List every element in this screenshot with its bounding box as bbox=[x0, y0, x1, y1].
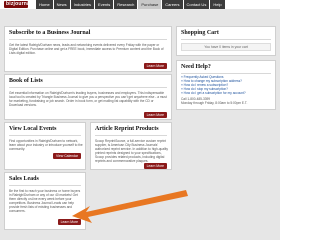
shopping-cart-title: Shopping Cart bbox=[181, 30, 219, 36]
divider bbox=[9, 185, 81, 186]
book-of-lists-panel: Book of Lists Get essential information … bbox=[4, 74, 172, 120]
subscribe-title: Subscribe to a Business Journal bbox=[9, 30, 91, 36]
logo-text: bizjournals bbox=[6, 1, 35, 7]
nav-item-industries[interactable]: Industries bbox=[70, 0, 95, 9]
reprints-title: Article Reprint Products bbox=[95, 126, 159, 132]
site-logo[interactable]: bizjournals bbox=[4, 1, 34, 8]
reprints-description: Scoop ReprintSource, a full-service cust… bbox=[95, 139, 168, 163]
book-of-lists-title: Book of Lists bbox=[9, 78, 43, 84]
subscribe-description: Get the latest Raleigh/Durham news, lead… bbox=[9, 43, 164, 55]
subscribe-learn-more-button[interactable]: Learn More bbox=[143, 63, 167, 69]
header: bizjournals Home News Industries Events … bbox=[0, 0, 280, 9]
nav-item-careers[interactable]: Careers bbox=[162, 0, 183, 9]
divider bbox=[181, 39, 271, 40]
divider bbox=[95, 135, 167, 136]
reprints-panel: Article Reprint Products Scoop ReprintSo… bbox=[90, 122, 172, 170]
events-panel: View Local Events Find opportunities in … bbox=[4, 122, 86, 170]
divider bbox=[181, 73, 271, 74]
book-of-lists-learn-more-button[interactable]: Learn More bbox=[143, 112, 167, 118]
subscribe-panel: Subscribe to a Business Journal Get the … bbox=[4, 26, 172, 72]
nav-item-purchase[interactable]: Purchase bbox=[138, 0, 162, 9]
reprints-learn-more-button[interactable]: Learn More bbox=[143, 163, 167, 169]
nav-item-news[interactable]: News bbox=[53, 0, 70, 9]
sales-leads-panel: Sales Leads Be the first to reach your b… bbox=[4, 172, 86, 230]
nav-item-help[interactable]: Help bbox=[210, 0, 225, 9]
nav-item-research[interactable]: Research bbox=[114, 0, 138, 9]
orange-arrow-icon bbox=[72, 190, 188, 223]
divider bbox=[9, 39, 167, 40]
cart-empty-message: You have 0 items in your cart bbox=[181, 43, 271, 51]
nav-item-contact[interactable]: Contact Us bbox=[183, 0, 210, 9]
need-help-title: Need Help? bbox=[181, 64, 211, 70]
nav-item-home[interactable]: Home bbox=[36, 0, 53, 9]
view-calendar-button[interactable]: View Calendar bbox=[53, 153, 81, 159]
sales-leads-description: Be the first to reach your business or h… bbox=[9, 189, 81, 213]
help-contact: Call 1-800-485-3399 Monday through Frida… bbox=[181, 97, 247, 105]
page: bizjournals Home News Industries Events … bbox=[0, 0, 280, 240]
main-nav: Home News Industries Events Research Pur… bbox=[36, 0, 226, 9]
sales-leads-title: Sales Leads bbox=[9, 176, 39, 182]
shopping-cart-panel: Shopping Cart You have 0 items in your c… bbox=[176, 26, 276, 56]
need-help-panel: Need Help? » Frequently Asked Questions … bbox=[176, 60, 276, 110]
divider bbox=[9, 87, 167, 88]
book-of-lists-description: Get essential information on Raleigh/Dur… bbox=[9, 91, 167, 107]
sales-leads-learn-more-button[interactable]: Learn More bbox=[57, 219, 81, 225]
help-links-list: » Frequently Asked Questions » How to ch… bbox=[181, 75, 246, 95]
divider bbox=[9, 135, 81, 136]
nav-item-events[interactable]: Events bbox=[95, 0, 114, 9]
help-link-account[interactable]: » How do I get a subscription for my acc… bbox=[181, 91, 246, 95]
help-hours: Monday through Friday, 8:00am to 5:00pm … bbox=[181, 101, 248, 105]
events-title: View Local Events bbox=[9, 126, 57, 132]
